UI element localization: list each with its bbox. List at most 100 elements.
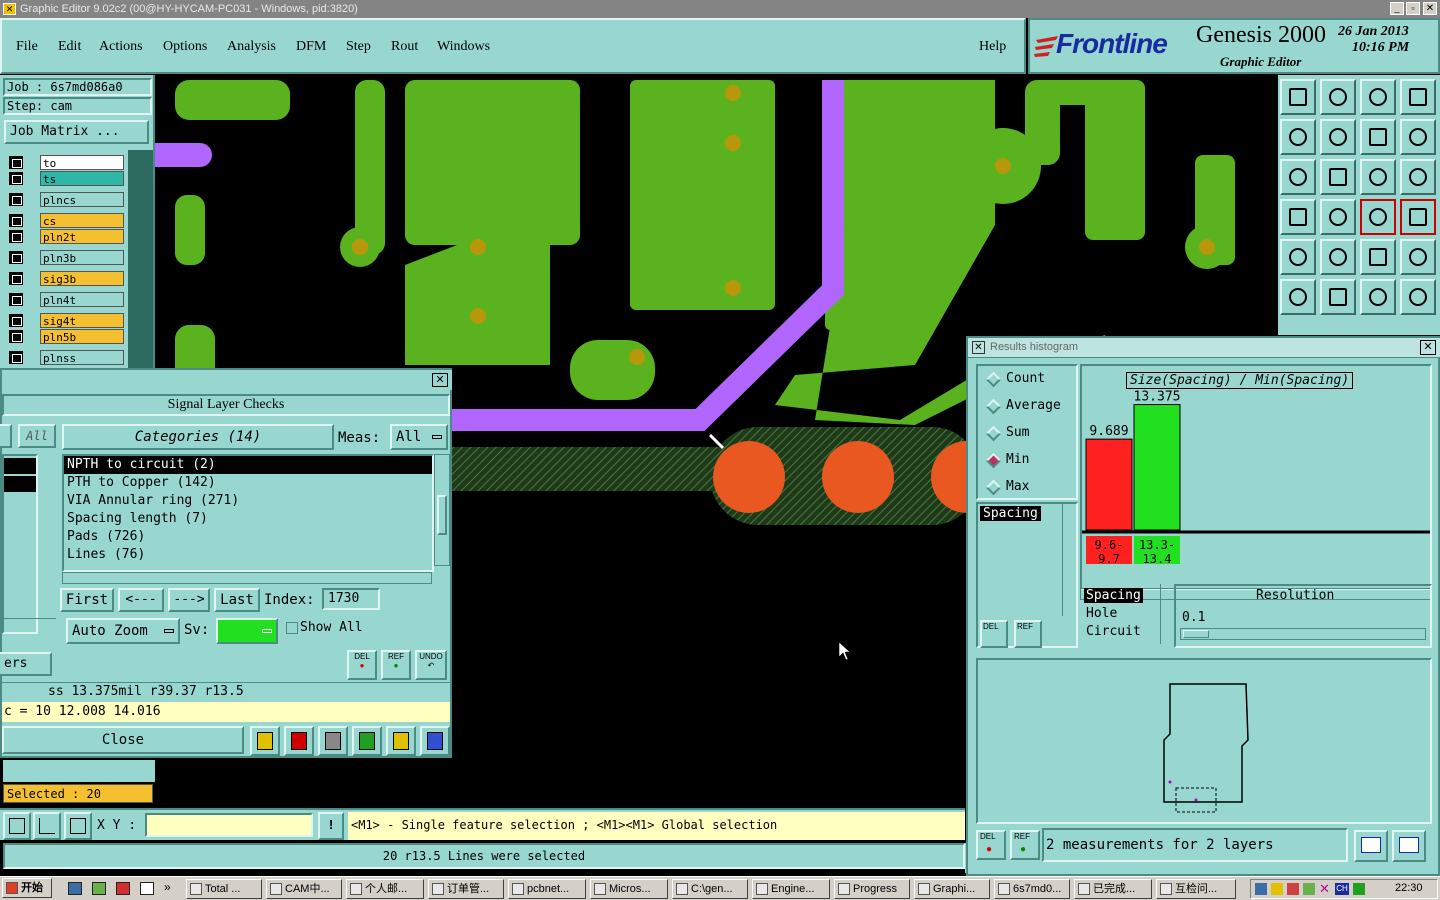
info-button[interactable]: ! [318, 812, 344, 840]
minimize-button[interactable]: _ [1390, 2, 1404, 15]
layer-scrollbar[interactable] [128, 150, 153, 370]
tray-ch-icon[interactable]: CH [1335, 883, 1349, 895]
toolbar-button-4[interactable] [1400, 79, 1436, 115]
show-all-checkbox[interactable] [286, 622, 298, 634]
taskbar-item[interactable]: CAM中... [266, 879, 342, 899]
taskbar-item[interactable]: Progress [834, 879, 910, 899]
all-button[interactable]: All [18, 424, 56, 448]
taskbar-item[interactable]: 订单管... [428, 879, 504, 899]
mode-radio-average[interactable]: Average [984, 397, 1080, 417]
histogram-bar[interactable] [1085, 438, 1133, 531]
category-item[interactable]: VIA Annular ring (271) [64, 492, 432, 510]
checks-left-tab[interactable] [0, 424, 12, 448]
category-item[interactable]: Spacing length (7) [64, 510, 432, 528]
toolbar-button-9[interactable] [1280, 159, 1316, 195]
category-item[interactable]: Pads (726) [64, 528, 432, 546]
auto-zoom-dropdown[interactable]: Auto Zoom [66, 618, 180, 644]
layer-checkbox[interactable] [8, 213, 24, 228]
toolbar-button-11[interactable] [1360, 159, 1396, 195]
layer-name[interactable]: pln3b [40, 250, 124, 265]
group-scrollbar[interactable] [1160, 584, 1174, 644]
layer-checkbox[interactable] [8, 350, 24, 365]
tray-app-icon[interactable] [1303, 883, 1315, 895]
layer-checkbox[interactable] [8, 329, 24, 344]
menu-dfm[interactable]: DFM [296, 39, 326, 55]
layer-name[interactable]: cs [40, 213, 124, 228]
layer-row-cs[interactable]: cs [8, 213, 124, 228]
toolbar-button-17[interactable] [1280, 239, 1316, 275]
toolbar-button-3[interactable] [1360, 79, 1396, 115]
notepad-icon[interactable] [140, 882, 154, 895]
category-scrollbar[interactable] [434, 454, 450, 566]
layer-row-plncs[interactable]: plncs [8, 192, 124, 207]
checks-tool-button-3[interactable] [318, 726, 348, 756]
layer-checkbox[interactable] [8, 171, 24, 186]
tray-s-icon[interactable] [1353, 883, 1365, 895]
toolbar-button-14[interactable] [1320, 199, 1356, 235]
first-button[interactable]: First [60, 588, 114, 612]
resolution-slider[interactable] [1180, 628, 1426, 640]
type-del-button[interactable]: DEL [980, 620, 1008, 648]
layer-name[interactable]: to [40, 155, 124, 170]
prev-button[interactable]: <--- [118, 588, 164, 612]
type-list[interactable]: Spacing DEL REF [976, 502, 1078, 648]
taskbar-item[interactable]: Graphi... [914, 879, 990, 899]
desktop-icon[interactable] [68, 882, 82, 895]
maximize-button[interactable]: ▫ [1406, 2, 1420, 15]
layer-checkbox[interactable] [8, 271, 24, 286]
layer-name[interactable]: sig4t [40, 313, 124, 328]
meas-dropdown[interactable]: All [390, 424, 448, 450]
layer-row-pln4t[interactable]: pln4t [8, 292, 124, 307]
toolbar-button-19[interactable] [1360, 239, 1396, 275]
layer-checkbox[interactable] [8, 155, 24, 170]
toolbar-button-16[interactable] [1400, 199, 1436, 235]
sv-color-dropdown[interactable] [216, 618, 278, 644]
menu-analysis[interactable]: Analysis [227, 39, 276, 55]
preview-area[interactable] [976, 658, 1432, 824]
type-ref-button[interactable]: REF [1014, 620, 1042, 648]
toolbar-button-22[interactable] [1320, 279, 1356, 315]
close-button[interactable]: Close [2, 726, 244, 754]
preview-del-button[interactable]: DEL ● [976, 830, 1006, 860]
layer-row-pln5b[interactable]: pln5b [8, 329, 124, 344]
layer-row-pln2t[interactable]: pln2t [8, 229, 124, 244]
toolbar-button-12[interactable] [1400, 159, 1436, 195]
categories-button[interactable]: Categories (14) [62, 424, 334, 450]
checks-tool-button-5[interactable] [386, 726, 416, 756]
toolbar-button-18[interactable] [1320, 239, 1356, 275]
pdf-icon[interactable] [116, 882, 130, 895]
next-button[interactable]: ---> [168, 588, 210, 612]
checks-tool-button-6[interactable] [420, 726, 450, 756]
layer-name[interactable]: sig3b [40, 271, 124, 286]
export-chart-button[interactable] [1354, 830, 1388, 862]
toolbar-button-15[interactable] [1360, 199, 1396, 235]
toolbar-button-23[interactable] [1360, 279, 1396, 315]
group-list[interactable]: Spacing Hole Circuit [1080, 584, 1174, 648]
toolbar-button-7[interactable] [1360, 119, 1396, 155]
mode-radio-max[interactable]: Max [984, 478, 1080, 498]
layer-checkbox[interactable] [8, 192, 24, 207]
preview-ref-button[interactable]: REF ● [1010, 830, 1040, 860]
checks-tool-button-4[interactable] [352, 726, 382, 756]
toolbar-button-20[interactable] [1400, 239, 1436, 275]
toolbar-button-21[interactable] [1280, 279, 1316, 315]
layer-name[interactable]: plnss [40, 350, 124, 365]
menu-rout[interactable]: Rout [391, 39, 418, 55]
layer-name[interactable]: pln4t [40, 292, 124, 307]
layer-checkbox[interactable] [8, 292, 24, 307]
checks-tool-button-1[interactable] [250, 726, 280, 756]
layer-row-to[interactable]: to [8, 155, 124, 170]
menu-windows[interactable]: Windows [437, 39, 490, 55]
taskbar-item[interactable]: C:\gen... [672, 879, 748, 899]
category-list[interactable]: NPTH to circuit (2) PTH to Copper (142) VI… [62, 454, 434, 572]
tray-close-icon[interactable]: ✕ [1319, 881, 1330, 897]
taskbar-item[interactable]: pcbnet... [508, 879, 586, 899]
taskbar-item[interactable]: 已完成... [1074, 879, 1152, 899]
toolbar-button-1[interactable] [1280, 79, 1316, 115]
category-item[interactable]: Lines (76) [64, 546, 432, 564]
group-item-spacing[interactable]: Spacing [1084, 588, 1143, 603]
job-matrix-button[interactable]: Job Matrix ... [4, 120, 149, 144]
menu-actions[interactable]: Actions [99, 39, 143, 55]
del-button[interactable]: DEL ● [347, 650, 377, 680]
mode-radio-count[interactable]: Count [984, 370, 1080, 390]
